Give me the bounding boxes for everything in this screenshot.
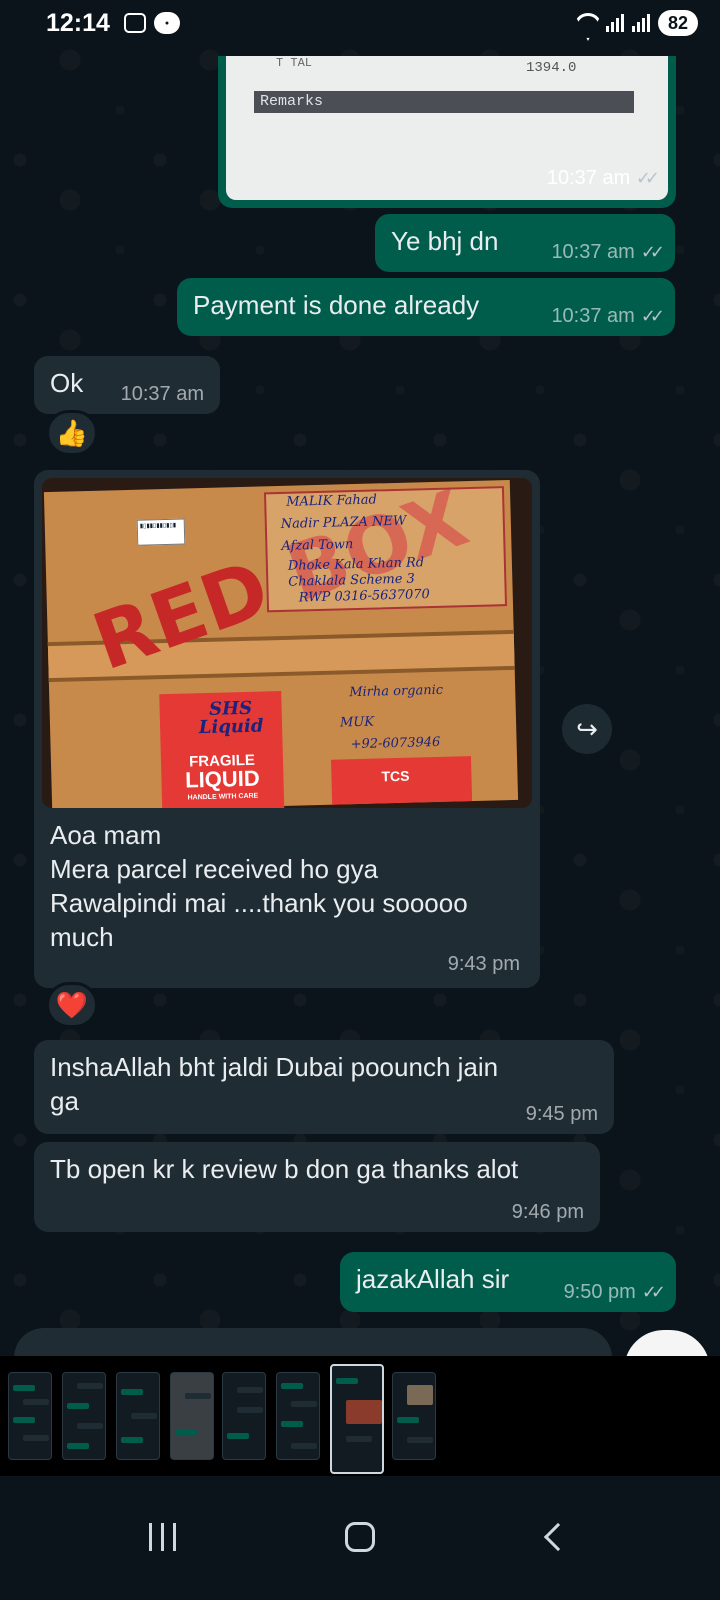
message-text: Aoa mam Mera parcel received ho gya Rawa… [50,820,468,952]
message-bubble-outgoing[interactable]: jazakAllah sir 9:50 pm ✓✓ [340,1252,676,1312]
message-meta: 9:50 pm ✓✓ [563,1281,666,1304]
thumbnail[interactable] [276,1372,320,1460]
signal-icon-2 [632,14,650,32]
handwriting: Mirha organic [349,682,444,701]
reaction-thumbs-up[interactable]: 👍 [46,410,98,456]
message-bubble-incoming[interactable]: InshaAllah bht jaldi Dubai poounch jain … [34,1040,614,1134]
message-text: InshaAllah bht jaldi Dubai poounch jain … [50,1052,499,1116]
message-meta: 10:37 am ✓✓ [551,305,665,328]
notification-icons: ● [123,12,180,34]
receipt-remarks-label: Remarks [260,93,324,110]
message-time: 10:37 am ✓✓ [546,167,660,190]
navigation-bar [0,1476,720,1600]
barcode-sticker: ▮▯▮▮▯▮▮▯▮▯▮ [136,518,186,546]
thumbnail[interactable] [116,1372,160,1460]
message-meta: 9:45 pm [526,1103,598,1126]
message-time: 9:46 pm [511,1201,584,1223]
message-bubble-incoming[interactable]: Ok 10:37 am [34,356,220,414]
liquid-text: LIQUID [184,765,261,793]
message-time: 10:37 am [551,241,635,263]
time-label: 10:37 am [546,167,631,189]
message-time: 9:43 pm [447,953,520,975]
handle-with-care-text: HANDLE WITH CARE [187,792,259,802]
thumbnail[interactable] [392,1372,436,1460]
handwriting: SHS Liquid [198,697,264,739]
wifi-icon [572,13,598,33]
thumbnail[interactable] [222,1372,266,1460]
thumbnail-selected[interactable] [330,1364,384,1474]
message-text: Ok [50,368,84,398]
receipt-image[interactable]: T TAL 1394.0 Remarks 10:37 am ✓✓ [226,56,668,200]
message-time: 10:37 am [120,383,204,405]
handwriting: +92-6073946 [350,734,441,753]
reaction-heart[interactable]: ❤️ [46,982,98,1028]
parcel-photo[interactable]: RED BOX ▮▯▮▮▯▮▮▯▮▯▮ MALIK Fahad Nadir PL… [42,478,532,808]
recents-icon [148,1523,176,1551]
back-icon [543,1522,573,1552]
handwriting: MUK [339,714,375,731]
status-bar: 12:14 ● 82 [0,0,720,46]
home-icon [345,1522,375,1552]
double-tick-icon: ✓✓ [641,1282,666,1302]
signal-icon [606,14,624,32]
message-text: Ye bhj dn [391,226,499,256]
message-bubble-incoming[interactable]: Tb open kr k review b don ga thanks alot… [34,1142,600,1232]
double-tick-icon: ✓✓ [635,168,660,188]
receipt-image-message[interactable]: T TAL 1394.0 Remarks 10:37 am ✓✓ [218,56,676,208]
message-bubble-outgoing[interactable]: Ye bhj dn 10:37 am ✓✓ [375,214,675,272]
message-meta: 9:46 pm [512,1201,584,1224]
battery-indicator: 82 [658,10,698,36]
receipt-title-fragment: T TAL [276,56,313,70]
receipt-amount: 1394.0 [526,60,577,76]
parcel-box: RED BOX ▮▯▮▮▯▮▮▯▮▯▮ MALIK Fahad Nadir PL… [43,478,519,808]
handwriting: Afzal Town [281,537,354,554]
forward-icon: ↪ [576,713,598,744]
fragile-sticker: SHS Liquid FRAGILE LIQUID HANDLE WITH CA… [159,691,285,808]
handwriting: Nadir PLAZA NEW [280,513,407,532]
recents-button[interactable] [132,1512,192,1562]
forward-button[interactable]: ↪ [562,704,612,754]
message-time: 9:50 pm [563,1281,636,1303]
message-text: Tb open kr k review b don ga thanks alot [50,1154,519,1184]
message-meta: 10:37 am [121,383,204,406]
address-label: MALIK Fahad Nadir PLAZA NEW Afzal Town D… [263,486,508,613]
double-tick-icon: ✓✓ [640,306,665,326]
thumbnail[interactable] [170,1372,214,1460]
back-button[interactable] [528,1512,588,1562]
thumbnail[interactable] [8,1372,52,1460]
message-text: Payment is done already [193,290,480,320]
home-button[interactable] [330,1512,390,1562]
handwriting: RWP 0316-5637070 [298,587,431,606]
thumbnail[interactable] [62,1372,106,1460]
live-icon: ● [153,12,180,34]
status-time: 12:14 [46,8,110,37]
message-time: 10:37 am [551,305,635,327]
handwriting: MALIK Fahad [286,492,378,510]
tcs-sticker: TCS [330,756,473,805]
message-time: 9:45 pm [525,1103,598,1125]
message-meta: 10:37 am ✓✓ [551,241,665,264]
double-tick-icon: ✓✓ [640,242,665,262]
parcel-image-message[interactable]: RED BOX ▮▯▮▮▯▮▮▯▮▯▮ MALIK Fahad Nadir PL… [34,470,540,988]
system-indicators: 82 [572,10,698,36]
message-bubble-outgoing[interactable]: Payment is done already 10:37 am ✓✓ [177,278,675,336]
thumbnail-strip [0,1356,720,1476]
screenshot-icon [123,13,146,33]
message-text: jazakAllah sir [356,1264,510,1294]
